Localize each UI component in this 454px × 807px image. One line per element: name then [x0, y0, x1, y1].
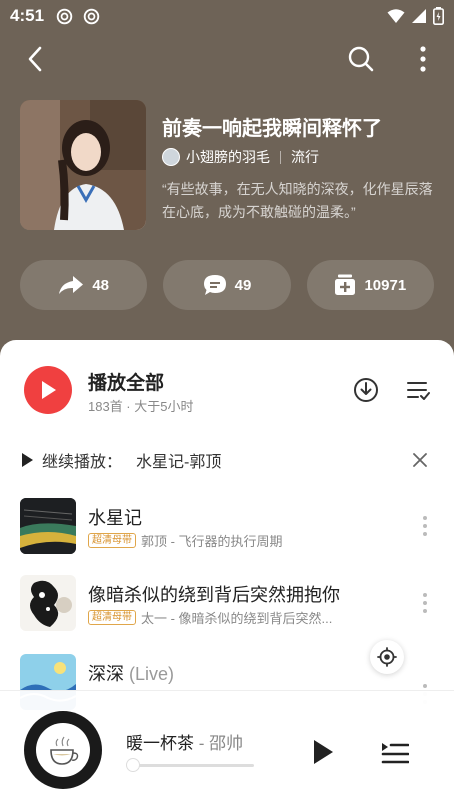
- back-button[interactable]: [20, 44, 50, 74]
- search-button[interactable]: [346, 44, 376, 74]
- track-cover: [20, 575, 76, 631]
- collect-add-icon: [335, 274, 356, 295]
- track-artist-album: 郭顶 - 飞行器的执行周期: [141, 534, 283, 549]
- progress-knob[interactable]: [126, 758, 140, 772]
- comment-button[interactable]: 49: [163, 260, 291, 310]
- live-tag: (Live): [129, 664, 175, 684]
- app-notification-icon: [56, 8, 73, 24]
- playlist-header: 前奏一响起我瞬间释怀了 小翅膀的羽毛 流行 “有些故事，在无人知晓的深夜，化作星…: [20, 100, 434, 230]
- search-icon: [348, 46, 374, 72]
- play-icon: [42, 381, 56, 399]
- wifi-icon: [387, 9, 405, 23]
- mini-player[interactable]: 暖一杯茶 - 邵帅: [0, 690, 454, 807]
- more-options-button[interactable]: [408, 44, 438, 74]
- continue-play-row[interactable]: 继续播放： 水星记-郭顶: [20, 448, 434, 472]
- track-cover: [20, 498, 76, 554]
- now-playing-title: 暖一杯茶: [126, 734, 194, 753]
- divider: [280, 150, 281, 164]
- share-icon: [59, 276, 84, 294]
- track-artist-album: 太一 - 像暗杀似的绕到背后突然...: [141, 611, 333, 626]
- track-meta: 超清母带 郭顶 - 飞行器的执行周期: [88, 531, 283, 550]
- play-all-row[interactable]: 播放全部 183首 · 大于5小时: [24, 366, 434, 416]
- play-all-summary: 183首 · 大于5小时: [88, 399, 194, 414]
- close-continue-button[interactable]: [410, 450, 430, 470]
- playlist-queue-button[interactable]: [378, 735, 412, 769]
- track-title: 深深 (Live): [88, 664, 175, 684]
- app-notification-icon: [83, 8, 100, 24]
- track-cover-image: [20, 498, 76, 554]
- track-cover-image: [20, 575, 76, 631]
- quality-badge: 超清母带: [88, 610, 136, 625]
- cover-image: [20, 100, 146, 230]
- download-icon: [354, 378, 378, 402]
- now-playing-disc[interactable]: [24, 711, 102, 789]
- collect-button[interactable]: 10971: [306, 260, 434, 310]
- locate-current-button[interactable]: [370, 640, 404, 674]
- comment-icon: [203, 275, 226, 295]
- creator-name: 小翅膀的羽毛: [186, 149, 270, 165]
- multi-select-button[interactable]: [404, 376, 432, 404]
- playlist-cover[interactable]: [20, 100, 146, 230]
- collect-count: 10971: [364, 276, 407, 294]
- now-playing-cover: [36, 723, 90, 777]
- locate-icon: [377, 647, 397, 667]
- download-button[interactable]: [352, 376, 380, 404]
- creator-avatar: [162, 148, 180, 166]
- track-more-button[interactable]: [422, 593, 428, 613]
- more-vertical-icon: [420, 46, 426, 72]
- top-nav: [0, 38, 454, 80]
- now-playing-artist: - 邵帅: [194, 734, 244, 753]
- continue-play-song: 水星记-郭顶: [136, 454, 222, 471]
- playlist-description[interactable]: “有些故事，在无人知晓的深夜，化作星辰落在心底，成为不敢触碰的温柔。”: [162, 178, 438, 224]
- comment-count: 49: [234, 276, 252, 294]
- track-title: 像暗杀似的绕到背后突然拥抱你: [88, 585, 340, 605]
- signal-icon: [412, 9, 426, 23]
- track-row[interactable]: 水星记 超清母带 郭顶 - 飞行器的执行周期: [20, 498, 434, 554]
- play-icon: [314, 740, 333, 764]
- quality-badge: 超清母带: [88, 533, 136, 548]
- status-bar: 4:51: [0, 0, 454, 32]
- playlist-title: 前奏一响起我瞬间释怀了: [162, 118, 382, 140]
- queue-icon: [381, 743, 409, 764]
- play-pause-button[interactable]: [306, 735, 340, 769]
- play-all-button[interactable]: [24, 366, 72, 414]
- genre-tag[interactable]: 流行: [291, 147, 319, 167]
- share-count: 48: [92, 276, 109, 294]
- track-title: 水星记: [88, 508, 142, 528]
- creator-row[interactable]: 小翅膀的羽毛 流行: [162, 147, 319, 167]
- play-all-label: 播放全部: [88, 373, 165, 394]
- now-playing-title-row: 暖一杯茶 - 邵帅: [126, 729, 243, 754]
- track-row[interactable]: 像暗杀似的绕到背后突然拥抱你 超清母带 太一 - 像暗杀似的绕到背后突然...: [20, 575, 434, 631]
- continue-play-label: 继续播放：: [42, 454, 123, 471]
- track-meta: 超清母带 太一 - 像暗杀似的绕到背后突然...: [88, 608, 332, 627]
- share-button[interactable]: 48: [20, 260, 148, 310]
- action-row: 48 49 10971: [20, 260, 434, 310]
- battery-icon: [433, 7, 444, 25]
- status-time: 4:51: [10, 6, 45, 25]
- play-small-icon: [22, 453, 33, 467]
- progress-track[interactable]: [132, 764, 254, 767]
- list-check-icon: [407, 382, 430, 400]
- track-more-button[interactable]: [422, 516, 428, 536]
- chevron-left-icon: [28, 46, 42, 72]
- tea-cup-image: [50, 736, 79, 765]
- close-icon: [413, 453, 427, 467]
